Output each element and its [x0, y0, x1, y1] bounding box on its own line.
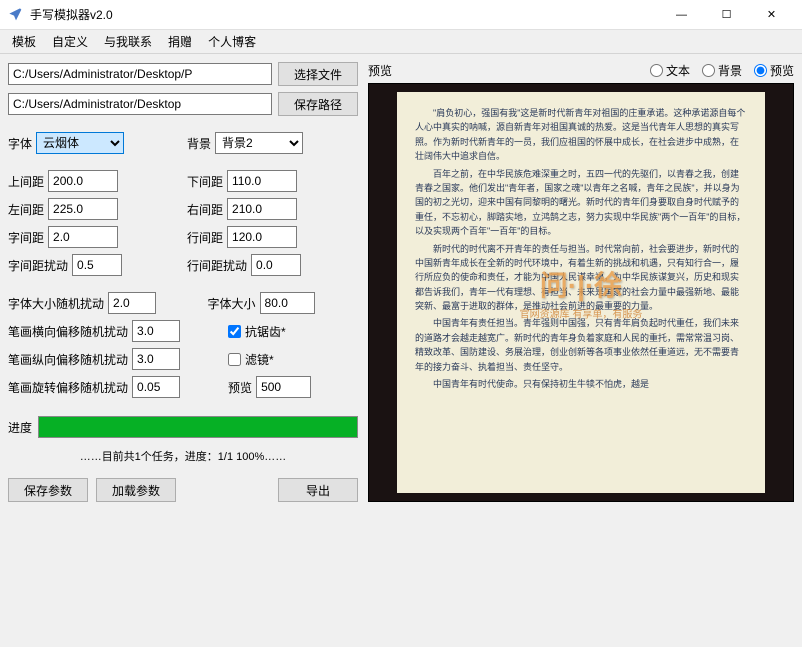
input-file-field[interactable] [8, 63, 272, 85]
radio-preview[interactable]: 预览 [754, 62, 794, 79]
char-jitter-label: 字间距扰动 [8, 257, 68, 274]
select-file-button[interactable]: 选择文件 [278, 62, 358, 86]
fontsize-input[interactable] [260, 292, 315, 314]
bg-select[interactable]: 背景2 [215, 132, 303, 154]
bg-label: 背景 [187, 135, 211, 152]
preview-size-label: 预览 [228, 379, 252, 396]
output-path-field[interactable] [8, 93, 272, 115]
save-params-button[interactable]: 保存参数 [8, 478, 88, 502]
maximize-button[interactable]: ☐ [704, 1, 749, 29]
right-panel: 预览 文本 背景 预览 "肩负初心，强国有我"这是新时代新青年对祖国的庄重承诺。… [368, 62, 794, 502]
radio-text[interactable]: 文本 [650, 62, 690, 79]
preview-box: "肩负初心，强国有我"这是新时代新青年对祖国的庄重承诺。这种承诺源自每个人心中真… [368, 83, 794, 502]
menu-blog[interactable]: 个人博客 [200, 30, 264, 53]
menu-template[interactable]: 模板 [4, 30, 44, 53]
char-jitter-input[interactable] [72, 254, 122, 276]
left-margin-input[interactable] [48, 198, 118, 220]
app-icon [8, 7, 24, 23]
menu-donate[interactable]: 捐赠 [160, 30, 200, 53]
menu-contact[interactable]: 与我联系 [96, 30, 160, 53]
right-margin-input[interactable] [227, 198, 297, 220]
paper-para: 中国青年有时代使命。只有保持初生牛犊不怕虎，越是 [415, 377, 747, 391]
fontsize-label: 字体大小 [208, 295, 256, 312]
font-select[interactable]: 云烟体 [36, 132, 124, 154]
close-button[interactable]: ✕ [749, 1, 794, 29]
font-label: 字体 [8, 135, 32, 152]
minimize-button[interactable]: — [659, 1, 704, 29]
antialias-checkbox[interactable] [228, 325, 241, 338]
paper-para: 中国青年有责任担当。青年强则中国强，只有青年肩负起时代重任，我们未来的道路才会越… [415, 316, 747, 374]
antialias-label: 抗锯齿* [245, 323, 286, 340]
preview-paper: "肩负初心，强国有我"这是新时代新青年对祖国的庄重承诺。这种承诺源自每个人心中真… [397, 92, 765, 493]
preview-title: 预览 [368, 62, 650, 79]
paper-para: 新时代的时代离不开青年的责任与担当。时代常向前，社会要进步，新时代的中国新青年成… [415, 242, 747, 314]
progress-text: ……目前共1个任务，进度：1/1 100%…… [8, 448, 358, 464]
preview-size-input[interactable] [256, 376, 311, 398]
filter-checkbox[interactable] [228, 353, 241, 366]
save-path-button[interactable]: 保存路径 [278, 92, 358, 116]
line-jitter-label: 行间距扰动 [187, 257, 247, 274]
char-spacing-label: 字间距 [8, 229, 44, 246]
window-title: 手写模拟器v2.0 [30, 6, 659, 23]
stroke-rot-label: 笔画旋转偏移随机扰动 [8, 379, 128, 396]
bottom-margin-label: 下间距 [187, 173, 223, 190]
stroke-v-label: 笔画纵向偏移随机扰动 [8, 351, 128, 368]
load-params-button[interactable]: 加载参数 [96, 478, 176, 502]
radio-bg[interactable]: 背景 [702, 62, 742, 79]
menu-custom[interactable]: 自定义 [44, 30, 96, 53]
fontsize-jitter-label: 字体大小随机扰动 [8, 295, 104, 312]
stroke-v-input[interactable] [132, 348, 180, 370]
top-margin-label: 上间距 [8, 173, 44, 190]
line-jitter-input[interactable] [251, 254, 301, 276]
progress-bar [38, 416, 358, 438]
paper-para: "肩负初心，强国有我"这是新时代新青年对祖国的庄重承诺。这种承诺源自每个人心中真… [415, 106, 747, 164]
char-spacing-input[interactable] [48, 226, 118, 248]
line-spacing-label: 行间距 [187, 229, 223, 246]
right-margin-label: 右间距 [187, 201, 223, 218]
progress-label: 进度 [8, 419, 32, 436]
left-panel: 选择文件 保存路径 字体 云烟体 背景 背景2 上间距 下间距 [8, 62, 358, 502]
menu-bar: 模板 自定义 与我联系 捐赠 个人博客 [0, 30, 802, 54]
top-margin-input[interactable] [48, 170, 118, 192]
paper-para: 百年之前，在中华民族危难深重之时，五四一代的先驱们，以青春之我，创建青春之国家。… [415, 167, 747, 239]
export-button[interactable]: 导出 [278, 478, 358, 502]
fontsize-jitter-input[interactable] [108, 292, 156, 314]
stroke-h-input[interactable] [132, 320, 180, 342]
left-margin-label: 左间距 [8, 201, 44, 218]
stroke-rot-input[interactable] [132, 376, 180, 398]
filter-label: 滤镜* [245, 351, 274, 368]
line-spacing-input[interactable] [227, 226, 297, 248]
stroke-h-label: 笔画横向偏移随机扰动 [8, 323, 128, 340]
title-bar: 手写模拟器v2.0 — ☐ ✕ [0, 0, 802, 30]
progress-fill [39, 417, 357, 437]
bottom-margin-input[interactable] [227, 170, 297, 192]
